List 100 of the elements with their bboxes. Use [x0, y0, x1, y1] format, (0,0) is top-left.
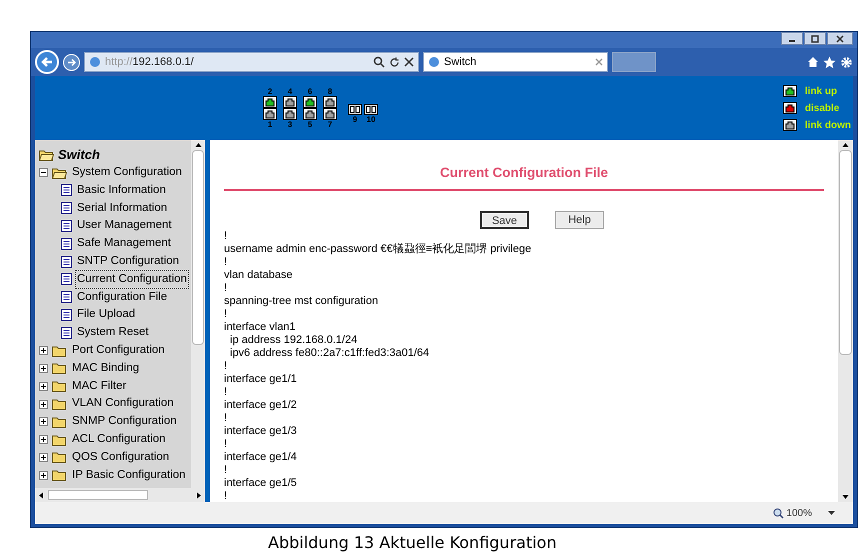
tree-item[interactable]: Current Configuration	[76, 270, 188, 288]
expand-icon[interactable]	[39, 400, 48, 409]
right-arrow-icon[interactable]	[196, 492, 202, 498]
expand-icon[interactable]	[39, 346, 48, 356]
config-line: spanning-tree mst configuration	[224, 295, 380, 308]
vertical-scrollbar[interactable]	[838, 140, 853, 502]
tab-label: Switch	[444, 54, 478, 70]
port-number: 9	[352, 115, 358, 124]
expand-icon[interactable]	[39, 364, 48, 373]
legend-label: link up	[804, 84, 838, 98]
star-icon[interactable]	[823, 56, 836, 68]
right-arrow-icon	[67, 58, 76, 66]
browser-tab[interactable]: Switch	[423, 52, 608, 72]
url-text: http://192.168.0.1/	[105, 54, 194, 70]
expand-icon[interactable]	[39, 452, 48, 462]
folder-icon	[52, 362, 67, 374]
port-number: 10	[366, 115, 376, 124]
port-number: 1	[268, 120, 272, 129]
open-folder-icon	[52, 166, 67, 179]
collapse-icon[interactable]	[39, 168, 48, 178]
help-button[interactable]: Help	[555, 211, 604, 230]
tree-item[interactable]: Safe Management	[76, 235, 172, 252]
port-number: 2	[268, 87, 272, 96]
tree-item[interactable]: Port Configuration	[71, 342, 166, 360]
tree-item[interactable]: Serial Information	[76, 200, 168, 217]
config-line: interface ge1/1	[224, 373, 298, 386]
folder-icon	[52, 434, 67, 446]
config-line: interface ge1/3	[224, 425, 298, 438]
tree-item[interactable]: SNMP Configuration	[71, 413, 178, 430]
horizontal-scrollbar[interactable]	[35, 488, 205, 502]
home-icon[interactable]	[807, 56, 819, 68]
zoom-icon	[773, 508, 784, 518]
stop-icon[interactable]	[404, 57, 414, 67]
save-button[interactable]: Save	[480, 211, 529, 230]
left-arrow-icon[interactable]	[38, 492, 44, 498]
config-line: !	[224, 282, 228, 296]
settings-icon[interactable]	[840, 56, 853, 68]
folder-icon	[52, 344, 67, 357]
port-number: 5	[308, 120, 312, 129]
tree-item[interactable]: SNTP Configuration	[76, 253, 180, 270]
config-line: !	[224, 256, 228, 270]
tree-item[interactable]: MAC Binding	[71, 360, 140, 378]
config-line: !	[224, 464, 228, 478]
close-icon[interactable]	[595, 58, 603, 66]
page-title: Current Configuration File	[439, 164, 609, 182]
port-number: 3	[288, 120, 292, 129]
folder-icon	[52, 398, 67, 410]
fiber-port-icon	[364, 104, 378, 115]
tree-item[interactable]: File Upload	[76, 306, 136, 324]
config-line: ip address 192.168.0.1/24	[229, 334, 358, 348]
address-bar[interactable]: http://192.168.0.1/	[84, 52, 419, 72]
folder-icon	[52, 380, 67, 392]
tree-item[interactable]: System Configuration	[71, 164, 183, 182]
forward-button[interactable]	[63, 54, 80, 70]
tree-item[interactable]: User Management	[76, 217, 173, 235]
tree-item[interactable]: Configuration File	[76, 288, 168, 306]
config-line: !	[224, 308, 228, 322]
folder-icon	[52, 416, 67, 428]
folder-icon	[52, 451, 67, 464]
maximize-icon	[811, 34, 819, 42]
config-line: interface ge1/2	[224, 399, 298, 412]
tree-item[interactable]: Basic Information	[76, 182, 167, 200]
config-line: interface ge1/5	[224, 477, 298, 490]
expand-icon[interactable]	[39, 470, 48, 480]
figure-caption: Abbildung 13 Aktuelle Konfiguration	[268, 533, 557, 552]
tree-item[interactable]: QOS Configuration	[71, 448, 170, 466]
search-icon[interactable]	[373, 56, 385, 68]
caret-icon[interactable]	[828, 511, 835, 515]
port-number: 6	[308, 87, 312, 96]
config-line: !	[224, 438, 228, 452]
close-button[interactable]	[827, 32, 853, 45]
refresh-icon[interactable]	[389, 56, 400, 68]
config-line: !	[224, 360, 228, 374]
expand-icon[interactable]	[39, 435, 48, 444]
expand-icon[interactable]	[39, 417, 48, 426]
config-line: !	[224, 412, 228, 426]
tree-root-label[interactable]: Switch	[58, 145, 100, 165]
legend-label: link down	[804, 118, 851, 132]
maximize-button[interactable]	[804, 32, 826, 45]
legend-label: disable	[804, 102, 840, 116]
config-line: !	[224, 490, 228, 502]
tree-item[interactable]: System Reset	[76, 324, 150, 342]
config-line: interface ge1/4	[224, 451, 298, 464]
config-line: !	[224, 386, 228, 400]
left-arrow-icon	[41, 56, 53, 68]
tree-item[interactable]: MAC Filter	[71, 378, 128, 395]
minimize-button[interactable]	[781, 32, 803, 45]
expand-icon[interactable]	[39, 382, 48, 391]
back-button[interactable]	[35, 50, 59, 74]
fiber-port-icon	[348, 104, 362, 115]
config-line: !	[224, 230, 228, 244]
config-line: ipv6 address fe80::2a7:c1ff:fed3:3a01/64	[229, 347, 430, 360]
vertical-scrollbar[interactable]	[191, 140, 205, 488]
zoom-level[interactable]: 100%	[786, 506, 812, 520]
tree-item[interactable]: IP Basic Configuration	[71, 466, 187, 484]
folder-icon	[52, 469, 67, 482]
tree-item[interactable]: VLAN Configuration	[71, 395, 175, 413]
close-icon	[836, 34, 844, 42]
tree-item[interactable]: ACL Configuration	[71, 431, 167, 448]
config-line: username admin enc-password €€犠蝨徑≡衹化足閭堺 privilege	[224, 243, 532, 256]
